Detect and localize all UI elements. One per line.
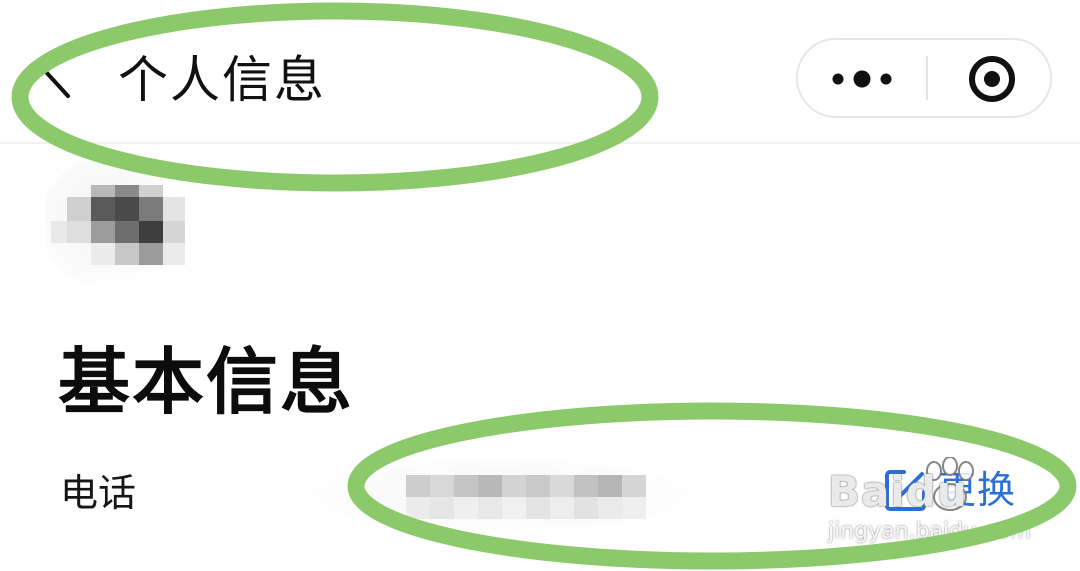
watermark-url: jingyan.baidu.com: [828, 519, 1032, 544]
pixelated-phone-number: [300, 459, 700, 531]
back-button[interactable]: [36, 56, 80, 106]
section-title-basic-info: 基本信息: [58, 340, 355, 424]
pixelated-avatar-image: [40, 156, 185, 288]
phone-value-pixelated: [300, 455, 700, 535]
menu-capsule: [796, 38, 1052, 118]
more-button[interactable]: [798, 40, 926, 116]
avatar[interactable]: [40, 156, 195, 290]
edit-icon: [885, 470, 926, 511]
target-circle-icon: [969, 56, 1015, 102]
chevron-left-icon: [44, 70, 70, 98]
navigation-bar: 个人信息: [0, 0, 1080, 144]
change-label: 更换: [938, 468, 1017, 512]
page-title: 个人信息: [118, 51, 326, 109]
close-miniprogram-button[interactable]: [928, 40, 1052, 116]
change-phone-button[interactable]: 更换: [882, 462, 1016, 518]
header-divider: [0, 142, 1080, 144]
phone-label: 电话: [60, 471, 137, 515]
more-dots-icon: [832, 70, 892, 88]
